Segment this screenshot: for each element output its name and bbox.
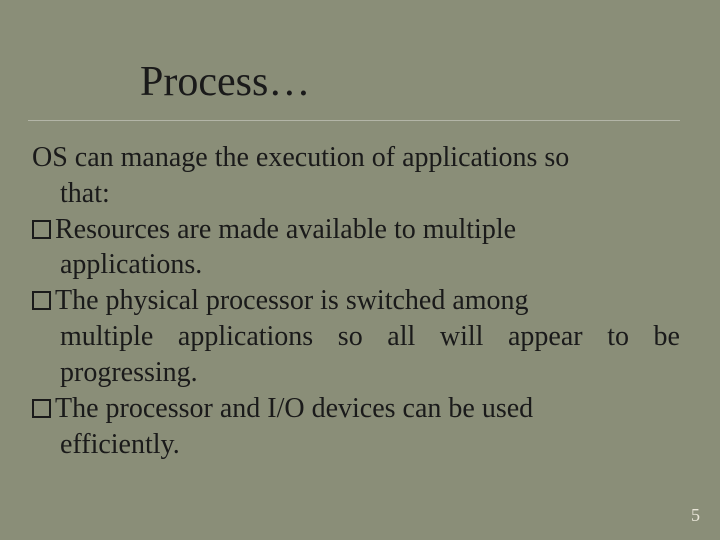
bullet-text-rest: multiple applications so all will appear… (32, 319, 680, 391)
bullet-item: The physical processor is switched among (32, 283, 680, 319)
page-number: 5 (691, 505, 700, 526)
bullet-text-rest: applications. (32, 247, 680, 283)
slide: Process… OS can manage the execution of … (0, 0, 720, 540)
checkbox-icon (32, 291, 51, 310)
slide-title: Process… (140, 58, 310, 106)
bullet-item: Resources are made available to multiple (32, 212, 680, 248)
bullet-text-rest: efficiently. (32, 427, 680, 463)
slide-body: OS can manage the execution of applicati… (32, 140, 680, 462)
bullet-text-first: The physical processor is switched among (55, 285, 529, 316)
bullet-text-first: Resources are made available to multiple (55, 214, 516, 245)
bullet-item: The processor and I/O devices can be use… (32, 391, 680, 427)
title-underline (28, 120, 680, 121)
checkbox-icon (32, 399, 51, 418)
intro-line-1: OS can manage the execution of applicati… (32, 140, 680, 176)
bullet-text-first: The processor and I/O devices can be use… (55, 393, 533, 424)
intro-line-2: that: (32, 176, 680, 212)
checkbox-icon (32, 220, 51, 239)
